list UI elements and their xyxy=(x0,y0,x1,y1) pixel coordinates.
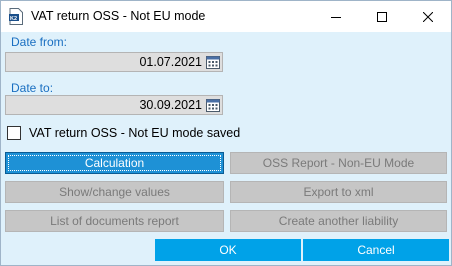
window-title: VAT return OSS - Not EU mode xyxy=(31,9,206,23)
saved-checkbox[interactable] xyxy=(7,126,21,140)
export-xml-button[interactable]: Export to xml xyxy=(230,181,447,203)
close-button[interactable] xyxy=(405,1,451,32)
date-to-label: Date to: xyxy=(11,81,54,95)
app-icon: K2 xyxy=(9,8,23,25)
date-from-label: Date from: xyxy=(11,35,68,49)
maximize-icon xyxy=(377,11,387,22)
oss-report-button[interactable]: OSS Report - Non-EU Mode xyxy=(230,152,447,174)
dialog-window: K2 VAT return OSS - Not EU mode Date fro… xyxy=(0,0,452,266)
ok-button[interactable]: OK xyxy=(155,239,301,261)
maximize-button[interactable] xyxy=(359,1,405,32)
calendar-icon[interactable] xyxy=(206,55,220,69)
show-change-values-button[interactable]: Show/change values xyxy=(5,181,224,203)
minimize-button[interactable] xyxy=(313,1,359,32)
list-documents-report-button[interactable]: List of documents report xyxy=(5,210,224,232)
create-liability-button[interactable]: Create another liability xyxy=(230,210,447,232)
saved-checkbox-label: VAT return OSS - Not EU mode saved xyxy=(29,126,241,140)
title-bar[interactable]: K2 VAT return OSS - Not EU mode xyxy=(1,1,451,32)
minimize-icon xyxy=(331,16,341,18)
date-to-field[interactable] xyxy=(5,95,223,115)
close-icon xyxy=(423,11,433,22)
date-from-field[interactable] xyxy=(5,52,223,72)
date-to-input[interactable] xyxy=(6,96,202,114)
calendar-icon[interactable] xyxy=(206,98,220,112)
calculation-button[interactable]: Calculation xyxy=(5,152,224,174)
svg-text:K2: K2 xyxy=(10,16,17,22)
cancel-button[interactable]: Cancel xyxy=(303,239,449,261)
dialog-content: Date from: Date to: xyxy=(1,32,451,265)
date-from-input[interactable] xyxy=(6,53,202,71)
